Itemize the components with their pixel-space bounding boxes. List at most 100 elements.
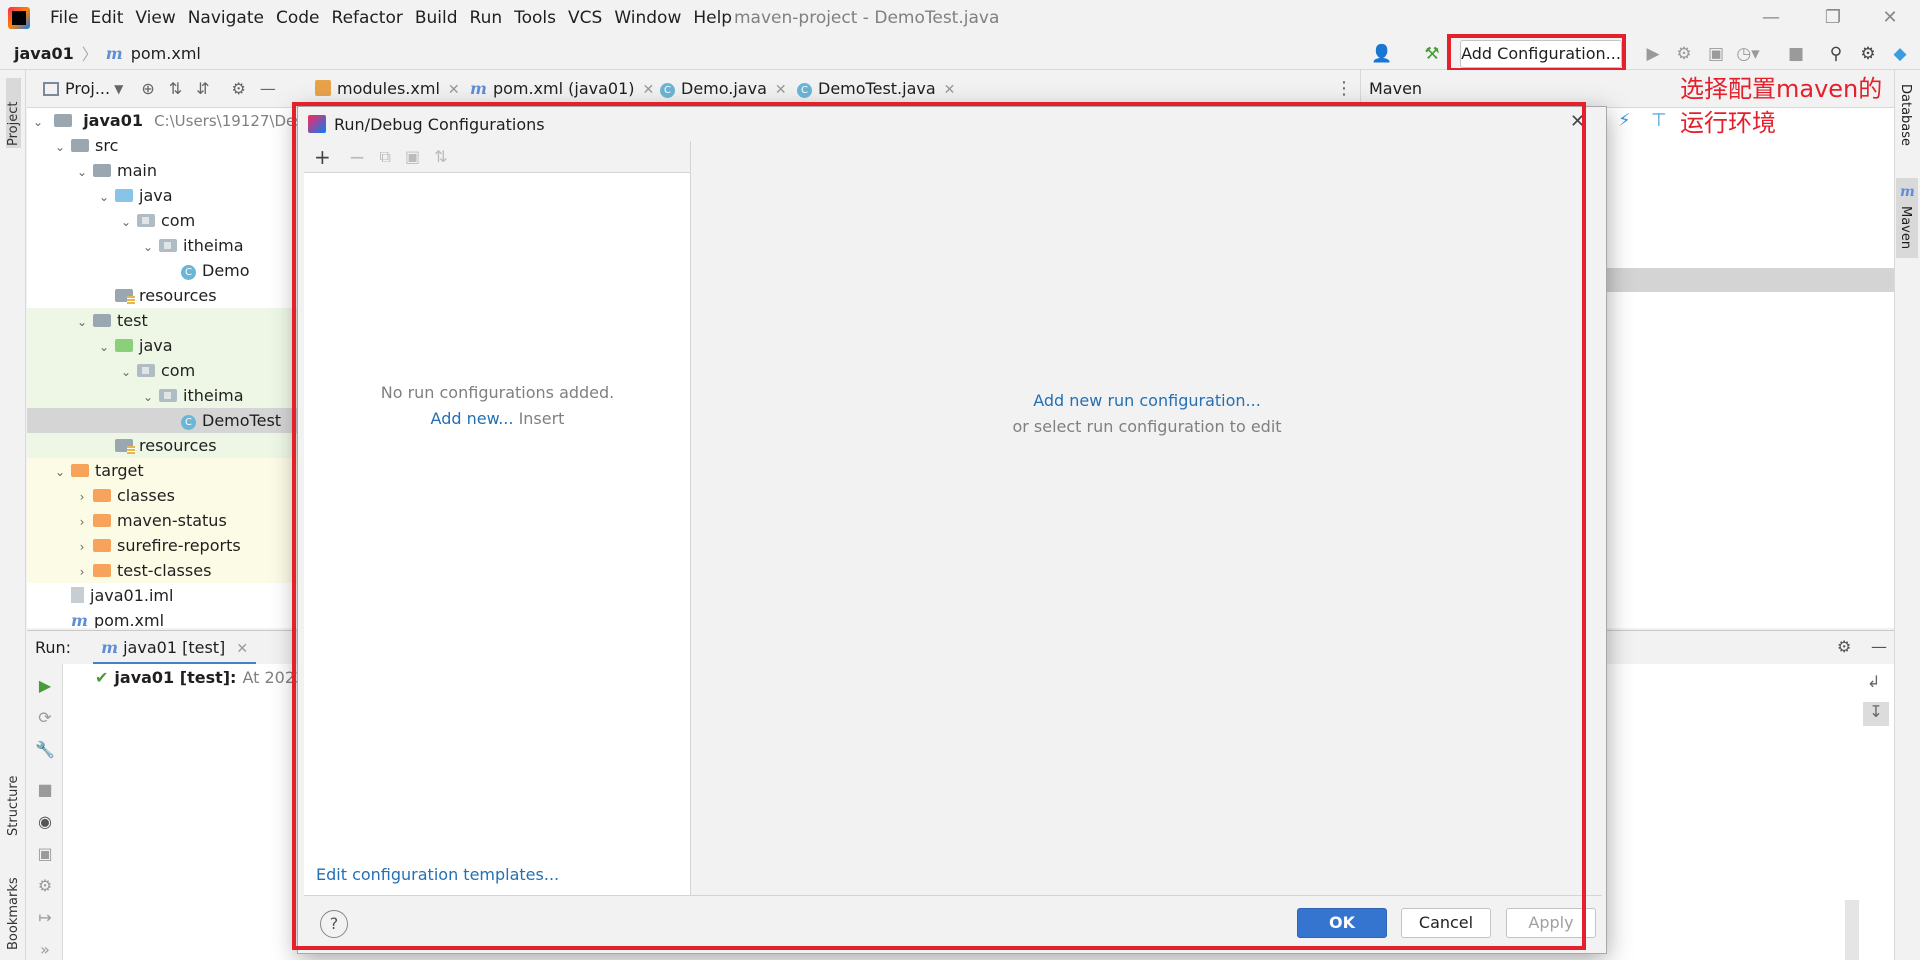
chevron-down-icon[interactable]: ⌄ — [75, 310, 89, 335]
locate-target-icon[interactable]: ⊕ — [141, 79, 154, 98]
tree-item[interactable]: ⌄ com — [27, 208, 303, 233]
database-tool-tab[interactable]: Database — [1898, 84, 1913, 146]
tree-item[interactable]: resources — [27, 283, 303, 308]
chevron-right-icon[interactable]: › — [75, 485, 89, 510]
chevron-down-icon[interactable]: ⌄ — [141, 385, 155, 410]
expand-all-icon[interactable]: ⇅ — [169, 79, 182, 98]
coverage-icon[interactable]: ▣ — [1704, 42, 1728, 66]
build-hammer-icon[interactable]: ⚒ — [1420, 42, 1444, 66]
settings-gear-icon[interactable]: ⚙ — [1837, 637, 1851, 656]
project-tool-tab[interactable]: Project — [6, 78, 21, 148]
chevron-right-icon[interactable]: › — [75, 560, 89, 585]
run-icon[interactable]: ▶ — [1641, 42, 1665, 66]
tree-item[interactable]: ⌄ java — [27, 183, 303, 208]
chevron-down-icon[interactable]: ⌄ — [75, 160, 89, 185]
close-tab-icon[interactable]: ✕ — [775, 82, 787, 98]
soft-wrap-icon[interactable]: ↲ — [1867, 672, 1880, 691]
chevron-down-icon[interactable]: ⌄ — [119, 360, 133, 385]
tree-item[interactable]: C Demo — [27, 258, 303, 283]
rerun-failed-icon[interactable]: ⟳ — [35, 708, 55, 728]
close-tab-icon[interactable]: ✕ — [643, 82, 655, 98]
jetbrains-toolbox-icon[interactable]: ◆ — [1888, 42, 1912, 66]
menu-item-help[interactable]: Help — [687, 0, 738, 36]
stop-icon[interactable]: ■ — [35, 780, 55, 800]
chevron-down-icon[interactable]: ▼ — [114, 82, 123, 96]
maven-tool-tab[interactable]: Maven — [1898, 206, 1913, 249]
tree-item[interactable]: ⌄ java — [27, 333, 303, 358]
chevron-down-icon[interactable]: ⌄ — [97, 335, 111, 360]
settings-gear-icon[interactable]: ⚙ — [232, 79, 246, 98]
tree-item[interactable]: m pom.xml — [27, 608, 303, 628]
chevron-down-icon[interactable]: ⌄ — [53, 135, 67, 160]
exit-icon[interactable]: ↦ — [35, 908, 55, 928]
menu-item-run[interactable]: Run — [464, 0, 509, 36]
tree-item-label: src — [95, 136, 119, 155]
tree-item[interactable]: ⌄ target — [27, 458, 303, 483]
menu-item-vcs[interactable]: VCS — [562, 0, 608, 36]
chevron-right-icon[interactable]: › — [75, 535, 89, 560]
chevron-down-icon[interactable]: ⌄ — [141, 235, 155, 260]
close-tab-icon[interactable]: ✕ — [448, 82, 460, 98]
tree-item[interactable]: ⌄ itheima — [27, 383, 303, 408]
tree-item[interactable]: › classes — [27, 483, 303, 508]
restore-icon[interactable]: ❐ — [1805, 0, 1861, 36]
eye-icon[interactable]: ◉ — [35, 812, 55, 832]
close-window-icon[interactable]: ✕ — [1862, 0, 1918, 36]
bookmarks-tool-tab[interactable]: Bookmarks — [6, 860, 21, 950]
camera-icon[interactable]: ▣ — [35, 844, 55, 864]
breadcrumb-project[interactable]: java01 — [14, 44, 74, 63]
chevron-down-icon[interactable]: ⌄ — [119, 210, 133, 235]
tree-item-label: itheima — [183, 386, 244, 405]
tree-item[interactable]: › maven-status — [27, 508, 303, 533]
rerun-icon[interactable]: ▶ — [35, 676, 55, 696]
chevron-down-icon[interactable]: ⌄ — [31, 110, 45, 135]
breadcrumb-file[interactable]: pom.xml — [131, 44, 201, 63]
chevron-down-icon[interactable]: ⌄ — [97, 185, 111, 210]
tree-item[interactable]: ⌄ main — [27, 158, 303, 183]
minimize-icon[interactable]: — — [1743, 0, 1799, 36]
more-icon[interactable]: » — [35, 940, 55, 960]
bug-icon[interactable]: ⚙ — [35, 876, 55, 896]
tree-item[interactable]: resources — [27, 433, 303, 458]
menu-item-refactor[interactable]: Refactor — [326, 0, 409, 36]
close-tab-icon[interactable]: ✕ — [236, 641, 248, 657]
profiler-icon[interactable]: ◷▾ — [1736, 42, 1760, 66]
menu-item-file[interactable]: File — [44, 0, 84, 36]
menu-item-tools[interactable]: Tools — [508, 0, 562, 36]
chevron-right-icon[interactable]: › — [75, 510, 89, 535]
chevron-down-icon[interactable]: ⌄ — [53, 460, 67, 485]
menu-item-window[interactable]: Window — [608, 0, 687, 36]
execute-goal-icon[interactable]: ⚡ — [1618, 110, 1631, 131]
menu-item-edit[interactable]: Edit — [84, 0, 129, 36]
hide-panel-icon[interactable]: — — [260, 79, 276, 98]
scroll-to-end-icon[interactable]: ↧ — [1863, 702, 1889, 726]
tree-item[interactable]: java01.iml — [27, 583, 303, 608]
tree-root[interactable]: ⌄ java01 C:\Users\19127\Deskto — [27, 108, 303, 133]
debug-icon[interactable]: ⚙ — [1672, 42, 1696, 66]
menu-item-navigate[interactable]: Navigate — [182, 0, 270, 36]
run-tab[interactable]: m java01 [test] ✕ — [93, 631, 257, 665]
wrench-icon[interactable]: 🔧 — [35, 740, 55, 760]
stop-icon[interactable]: ■ — [1784, 42, 1808, 66]
tree-item[interactable]: ⌄ src — [27, 133, 303, 158]
hide-panel-icon[interactable]: — — [1871, 637, 1887, 656]
maven-file-icon: m — [105, 43, 123, 63]
tree-item[interactable]: ⌄ itheima — [27, 233, 303, 258]
tree-item[interactable]: › surefire-reports — [27, 533, 303, 558]
menu-item-code[interactable]: Code — [270, 0, 326, 36]
toggle-offline-icon[interactable]: ⊤ — [1651, 110, 1667, 131]
search-icon[interactable]: ⚲ — [1824, 42, 1848, 66]
structure-tool-tab[interactable]: Structure — [6, 756, 21, 836]
menu-item-view[interactable]: View — [129, 0, 181, 36]
tree-item[interactable]: ⌄ test — [27, 308, 303, 333]
tree-item[interactable]: › test-classes — [27, 558, 303, 583]
close-tab-icon[interactable]: ✕ — [944, 82, 956, 98]
settings-gear-icon[interactable]: ⚙ — [1856, 42, 1880, 66]
scrollbar[interactable] — [1845, 900, 1859, 960]
project-panel-title[interactable]: Proj... — [65, 79, 110, 98]
collapse-all-icon[interactable]: ⇵ — [196, 79, 209, 98]
menu-item-build[interactable]: Build — [409, 0, 464, 36]
tree-item[interactable]: C DemoTest — [27, 408, 303, 433]
user-icon[interactable]: 👤▾ — [1370, 42, 1394, 88]
tree-item[interactable]: ⌄ com — [27, 358, 303, 383]
